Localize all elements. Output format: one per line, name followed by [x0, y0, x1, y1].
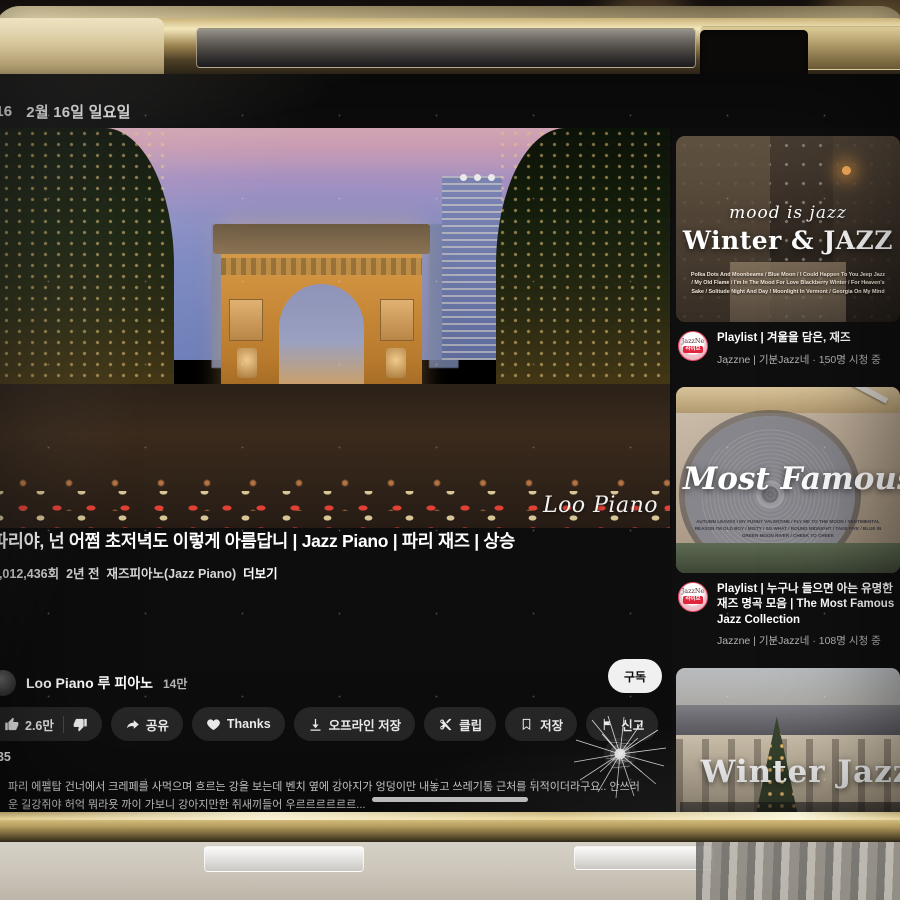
camera-cutout — [700, 30, 808, 78]
recommendation-thumbnail[interactable]: Winter Jazz ((•)) 다음: 바흐 무반주 첼로곡과 쇼팽 녹턴의… — [676, 668, 900, 814]
report-button[interactable]: 신고 — [586, 707, 659, 741]
thumb1-tracklist: Polka Dots And Moonbeams / Blue Moon / I… — [690, 271, 886, 295]
table-surface — [0, 838, 900, 900]
share-icon — [125, 717, 140, 732]
surface-object-far-right — [696, 838, 900, 900]
video-stats[interactable]: 2,012,436회 2년 전 재즈피아노(Jazz Piano) 더보기 — [0, 563, 670, 582]
scissors-icon — [438, 717, 453, 732]
save-button[interactable]: 저장 — [505, 707, 578, 741]
more-options-icon[interactable] — [460, 174, 495, 181]
recommendation-avatar[interactable]: JazzNe 라이브 — [678, 581, 708, 612]
like-count: 2.6만 — [25, 718, 54, 733]
photo-of-tablet: :16 2월 16일 일요일 — [0, 0, 900, 900]
status-bar-time: :16 — [0, 102, 13, 120]
recommendation-meta: Jazzne | 기분Jazz네 · 108명 시청 중 — [717, 635, 881, 648]
channel-avatar[interactable] — [0, 670, 16, 696]
chip-divider — [62, 715, 64, 733]
like-dislike-chip[interactable]: 2.6만 — [0, 707, 102, 741]
thumb2-base — [676, 542, 900, 573]
recommendation-item[interactable]: Winter Jazz ((•)) 다음: 바흐 무반주 첼로곡과 쇼팽 녹턴의… — [672, 668, 900, 814]
thumbs-up-icon — [4, 717, 19, 732]
case-lip-glass-left — [196, 28, 696, 68]
video-meta: 파리야, 넌 어쩜 초저녁도 이렇게 아름답니 | Jazz Piano | 파… — [0, 528, 670, 582]
case-bottom-shine — [0, 812, 900, 820]
recommendation-title[interactable]: Playlist | 누구나 들으면 아는 유명한 재즈 명곡 모음 | The… — [717, 582, 900, 629]
clip-label: 클립 — [459, 718, 483, 733]
status-bar: :16 2월 16일 일요일 — [0, 94, 670, 128]
recommendation-text: Playlist | 겨울을 담은, 재즈 Jazzne | 기분Jazz네 ·… — [717, 331, 900, 367]
arc-relief-left — [237, 348, 258, 379]
tablet-screen: :16 2월 16일 일요일 — [0, 74, 900, 814]
home-indicator[interactable] — [372, 797, 528, 802]
report-label: 신고 — [621, 718, 645, 733]
share-label: 공유 — [145, 718, 169, 733]
arc-relief-right — [385, 348, 407, 379]
recommendation-info: JazzNe 라이브 Playlist | 누구나 들으면 아는 유명한 재즈 … — [672, 573, 900, 661]
recommendations-sidebar[interactable]: mood is jazz Winter & JAZZ Polka Dots An… — [672, 128, 900, 814]
save-label: 저장 — [540, 718, 564, 733]
subscribe-button[interactable]: 구독 — [608, 659, 662, 693]
avatar-name: JazzNe — [681, 336, 705, 345]
video-age: 2년 전 — [66, 567, 100, 581]
thanks-button[interactable]: Thanks — [191, 707, 285, 741]
thumbs-down-icon[interactable] — [73, 717, 88, 732]
video-title[interactable]: 파리야, 넌 어쩜 초저녁도 이렇게 아름답니 | Jazz Piano | 파… — [0, 528, 670, 553]
recommendation-item[interactable]: mood is jazz Winter & JAZZ Polka Dots An… — [672, 136, 900, 379]
clip-button[interactable]: 클립 — [424, 707, 497, 741]
recommendation-item[interactable]: The Most Famous Jazz AUTUMN LEAVES / MY … — [672, 386, 900, 661]
download-icon — [308, 717, 323, 732]
thanks-heart-icon — [206, 717, 221, 732]
youtube-app: :16 2월 16일 일요일 — [0, 74, 900, 814]
download-label: 오프라인 저장 — [328, 718, 402, 733]
recommendation-meta: Jazzne | 기분Jazz네 · 150명 시청 중 — [717, 353, 881, 366]
recommendation-info: JazzNe 라이브 Playlist | 겨울을 담은, 재즈 Jazzne … — [672, 322, 900, 379]
thumb2-tracklist: AUTUMN LEAVES / MY FUNNY VALENTINE / FLY… — [694, 518, 882, 538]
avatar-name: JazzNe — [681, 587, 705, 596]
video-tower — [442, 176, 503, 360]
recommendation-text: Playlist | 누구나 들으면 아는 유명한 재즈 명곡 모음 | The… — [717, 582, 900, 649]
arc-panel-right — [379, 299, 415, 341]
bookmark-icon — [519, 717, 534, 732]
live-badge: 라이브 — [682, 345, 704, 354]
download-button[interactable]: 오프라인 저장 — [293, 707, 416, 741]
comments-count-value: 835 — [0, 750, 11, 764]
action-bar: 2.6만 공유 Thanks 오프라인 저장 클립 저장 신고 — [0, 706, 670, 742]
video-more-link[interactable]: 더보기 — [243, 567, 278, 581]
surface-object-right — [574, 846, 714, 870]
top-comment-text: 파리 에펠탑 건너에서 크레페를 사먹으며 흐르는 강을 보는데 벤치 옆에 강… — [8, 781, 640, 812]
video-player[interactable]: Loo Piano — [0, 128, 670, 528]
comments-section[interactable]: 835 파리 에펠탑 건너에서 크레페를 사먹으며 흐르는 강을 보는데 벤치 … — [0, 750, 668, 814]
live-badge: 라이브 — [682, 596, 704, 604]
thumb3-roof — [676, 705, 900, 735]
recommendation-thumbnail[interactable]: mood is jazz Winter & JAZZ Polka Dots An… — [676, 136, 900, 322]
comments-count: 835 — [0, 750, 668, 764]
video-tag[interactable]: 재즈피아노(Jazz Piano) — [106, 567, 236, 581]
video-views: 2,012,436회 — [0, 567, 60, 581]
channel-row[interactable]: Loo Piano 루 피아노 14만 — [0, 665, 670, 701]
recommendation-thumbnail[interactable]: The Most Famous Jazz AUTUMN LEAVES / MY … — [676, 386, 900, 573]
surface-object-left — [204, 846, 364, 872]
thumb1-streetlamp — [841, 165, 851, 175]
video-watermark: Loo Piano — [543, 493, 658, 518]
flag-icon — [600, 717, 615, 732]
share-button[interactable]: 공유 — [110, 707, 183, 741]
thanks-label: Thanks — [226, 717, 271, 731]
recommendation-title[interactable]: Playlist | 겨울을 담은, 재즈 — [717, 331, 900, 347]
channel-subscribers: 14만 — [162, 676, 188, 691]
recommendation-avatar[interactable]: JazzNe 라이브 — [678, 331, 708, 361]
case-bottom-edge — [0, 812, 900, 842]
arc-cornice — [213, 224, 431, 255]
channel-name[interactable]: Loo Piano 루 피아노 — [26, 673, 153, 693]
arc-band — [221, 257, 423, 275]
arc-panel-left — [229, 299, 264, 341]
status-bar-date: 2월 16일 일요일 — [26, 103, 131, 121]
